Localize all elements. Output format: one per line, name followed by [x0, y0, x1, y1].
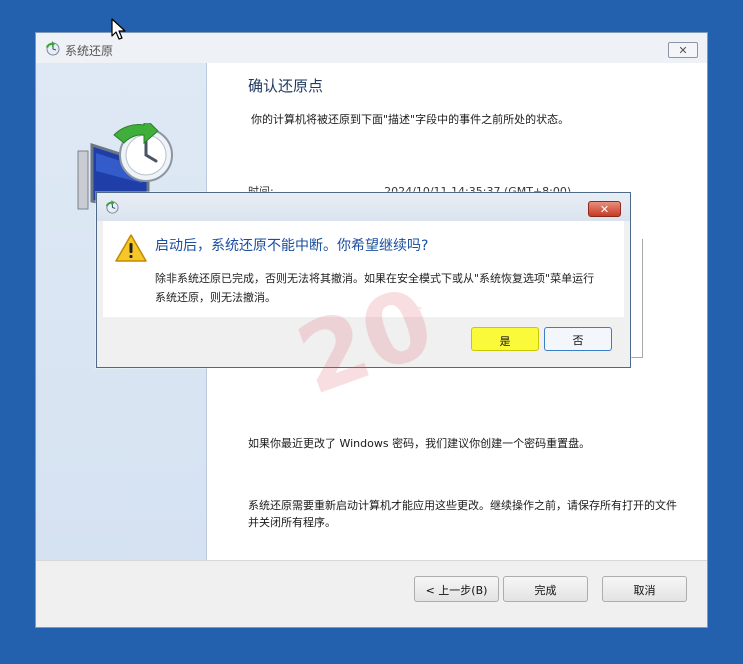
dialog-body: 启动后，系统还原不能中断。你希望继续吗? 除非系统还原已完成，否则无法将其撤消。…: [103, 221, 624, 317]
no-button[interactable]: 否: [544, 327, 612, 351]
window-close-button[interactable]: ✕: [668, 42, 698, 58]
system-restore-icon: [105, 200, 119, 214]
password-reset-note: 如果你最近更改了 Windows 密码，我们建议你创建一个密码重置盘。: [248, 437, 591, 450]
confirm-dialog: ✕ 启动后，系统还原不能中断。你希望继续吗? 除非系统还原已完成，否则无法将其撤…: [96, 192, 631, 368]
window-titlebar: 系统还原 ✕: [36, 33, 707, 63]
dialog-close-button[interactable]: ✕: [588, 201, 621, 217]
dialog-heading: 启动后，系统还原不能中断。你希望继续吗?: [155, 238, 429, 254]
page-title: 确认还原点: [248, 77, 324, 95]
back-button[interactable]: < 上一步(B): [414, 576, 499, 602]
yes-button[interactable]: 是: [471, 327, 539, 351]
system-restore-icon: [46, 41, 60, 56]
dialog-titlebar: ✕: [97, 193, 630, 221]
dialog-message: 除非系统还原已完成，否则无法将其撤消。如果在安全模式下或从"系统恢复选项"菜单运…: [155, 272, 595, 304]
finish-button[interactable]: 完成: [503, 576, 588, 602]
cancel-button[interactable]: 取消: [602, 576, 687, 602]
restart-note: 系统还原需要重新启动计算机才能应用这些更改。继续操作之前，请保存所有打开的文件并…: [248, 499, 677, 529]
page-description: 你的计算机将被还原到下面"描述"字段中的事件之前所处的状态。: [251, 113, 570, 126]
window-title: 系统还原: [65, 44, 114, 58]
warning-icon: [115, 234, 147, 262]
wizard-footer: < 上一步(B) 完成 取消: [36, 560, 707, 627]
mouse-cursor: [111, 18, 126, 40]
